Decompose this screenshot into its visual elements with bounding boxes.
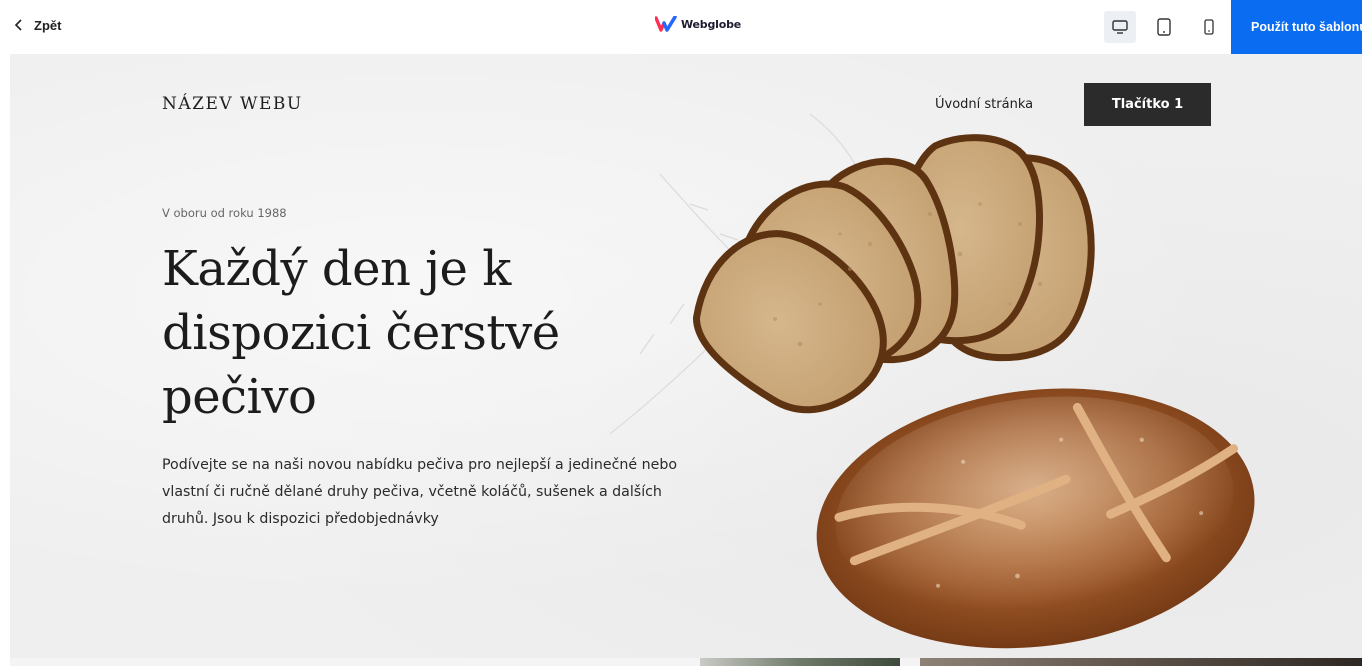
chevron-left-icon [14,19,24,31]
back-button[interactable]: Zpět [14,12,61,38]
site-name[interactable]: NÁZEV WEBU [162,94,303,114]
tablet-icon [1157,18,1171,36]
webglobe-w-icon [655,16,677,32]
bread-loaf-and-slices-image [609,113,1255,649]
hero-eyebrow: V oboru od roku 1988 [162,206,287,220]
use-template-button[interactable]: Použít tuto šablonu [1231,0,1362,54]
desktop-icon [1112,20,1128,34]
desktop-view-button[interactable] [1104,11,1136,43]
editor-toolbar: Zpět Webglobe Použít tuto šablonu [0,0,1362,54]
webglobe-logo: Webglobe [655,16,741,32]
brand-name: Webglobe [681,17,742,31]
mobile-icon [1204,19,1214,35]
next-section-preview [10,658,1362,666]
back-label: Zpět [34,17,62,33]
tablet-view-button[interactable] [1148,11,1180,43]
template-preview: NÁZEV WEBU Úvodní stránka Tlačítko 1 V o… [10,54,1362,658]
mobile-view-button[interactable] [1193,11,1225,43]
